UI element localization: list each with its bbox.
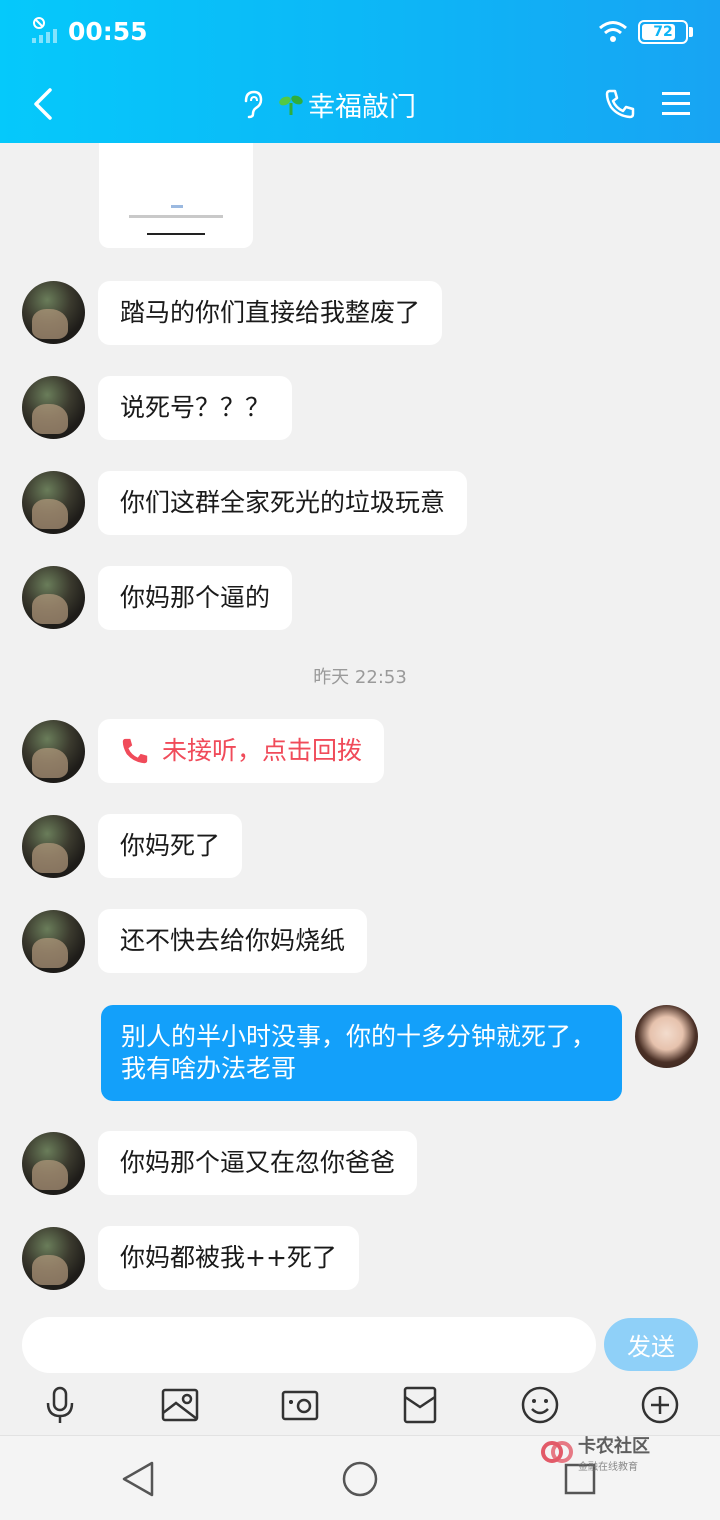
- contact-name: 幸福敲门: [308, 91, 416, 123]
- chat-title[interactable]: 幸福敲门: [240, 84, 416, 124]
- wifi-icon: [599, 21, 627, 42]
- my-message-bubble[interactable]: 别人的半小时没事，你的十多分钟就死了，我有啥办法老哥: [101, 1005, 622, 1101]
- image-icon[interactable]: [160, 1385, 200, 1425]
- microphone-icon[interactable]: [40, 1385, 80, 1425]
- avatar[interactable]: [22, 471, 85, 534]
- menu-icon[interactable]: [660, 90, 692, 118]
- missed-call-icon: [122, 738, 148, 764]
- message-bubble[interactable]: 你们这群全家死光的垃圾玩意: [98, 471, 468, 535]
- status-bar: 00:55 72: [0, 0, 720, 66]
- home-circle-icon[interactable]: [342, 1461, 378, 1497]
- nav-bar: 幸福敲门: [0, 66, 720, 143]
- plus-icon[interactable]: [640, 1385, 680, 1425]
- camera-icon[interactable]: [280, 1385, 320, 1425]
- missed-call-label: 未接听，点击回拨: [162, 736, 363, 765]
- chat-header: 00:55 72 幸福敲门: [0, 0, 720, 143]
- missed-call-bubble[interactable]: 未接听，点击回拨: [98, 719, 385, 783]
- avatar[interactable]: [22, 281, 85, 344]
- avatar[interactable]: [22, 376, 85, 439]
- avatar[interactable]: [22, 566, 85, 629]
- input-area: 发送: [0, 1305, 720, 1435]
- message-bubble[interactable]: 踏马的你们直接给我整废了: [98, 281, 443, 345]
- message-bubble[interactable]: 你妈那个逼又在忽你爸爸: [98, 1131, 418, 1195]
- avatar[interactable]: [22, 1227, 85, 1290]
- image-message[interactable]: [99, 143, 253, 248]
- message-list[interactable]: 踏马的你们直接给我整废了 说死号？？？ 你们这群全家死光的垃圾玩意 你妈那个逼的…: [0, 143, 720, 1305]
- avatar[interactable]: [22, 720, 85, 783]
- watermark-subtitle: 金融在线教育: [578, 1461, 638, 1473]
- battery-icon: 72: [638, 20, 688, 44]
- phone-icon[interactable]: [604, 88, 636, 120]
- red-packet-icon[interactable]: [400, 1385, 440, 1425]
- sprout-icon: [279, 95, 303, 115]
- watermark-logo-icon: [541, 1441, 573, 1463]
- message-bubble[interactable]: 还不快去给你妈烧纸: [98, 909, 368, 973]
- send-button[interactable]: 发送: [604, 1318, 698, 1371]
- avatar[interactable]: [22, 910, 85, 973]
- message-timestamp: 昨天 22:53: [313, 667, 407, 688]
- my-avatar[interactable]: [635, 1005, 698, 1068]
- back-arrow-icon[interactable]: [28, 86, 58, 122]
- message-bubble[interactable]: 说死号？？？: [98, 376, 293, 440]
- no-signal-icon: [32, 17, 57, 43]
- message-bubble[interactable]: 你妈都被我++死了: [98, 1226, 359, 1290]
- watermark: 卡农社区 金融在线教育: [540, 1432, 670, 1473]
- back-triangle-icon[interactable]: [120, 1460, 156, 1498]
- message-bubble[interactable]: 你妈死了: [98, 814, 243, 878]
- avatar[interactable]: [22, 1132, 85, 1195]
- status-time: 00:55: [68, 17, 148, 46]
- ear-icon: [244, 90, 263, 119]
- watermark-title: 卡农社区: [578, 1435, 650, 1457]
- message-bubble[interactable]: 你妈那个逼的: [98, 566, 293, 630]
- emoji-icon[interactable]: [520, 1385, 560, 1425]
- message-input[interactable]: [22, 1317, 596, 1373]
- battery-level: 72: [653, 24, 673, 40]
- avatar[interactable]: [22, 815, 85, 878]
